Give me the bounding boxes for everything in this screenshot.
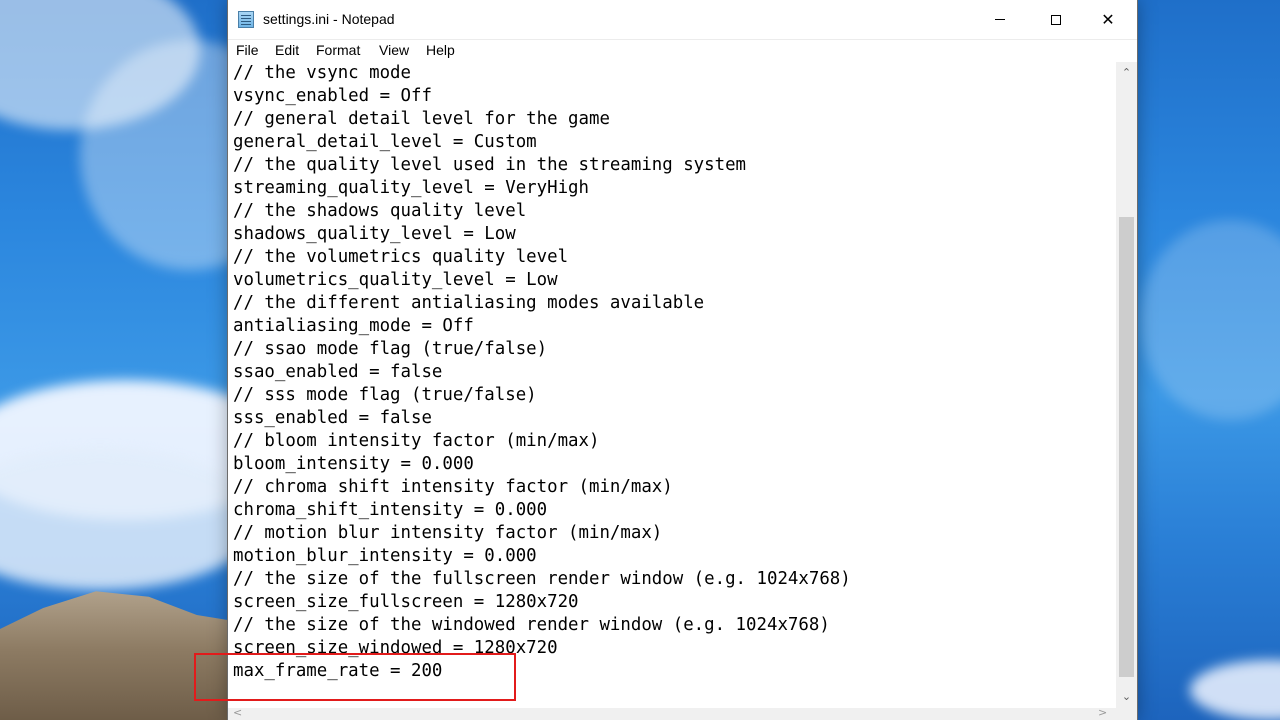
menu-format[interactable]: Format bbox=[316, 42, 360, 58]
scroll-left-icon[interactable]: < bbox=[233, 706, 242, 719]
menu-edit[interactable]: Edit bbox=[275, 42, 299, 58]
text-line: ssao_enabled = false bbox=[233, 362, 443, 382]
text-line: // bloom intensity factor (min/max) bbox=[233, 431, 600, 451]
menu-view[interactable]: View bbox=[379, 42, 409, 58]
title-bar[interactable]: settings.ini - Notepad ✕ bbox=[228, 0, 1137, 40]
scroll-right-icon[interactable]: > bbox=[1098, 706, 1107, 719]
text-line: // ssao mode flag (true/false) bbox=[233, 339, 548, 359]
highlight-annotation bbox=[194, 653, 516, 701]
maximize-button[interactable] bbox=[1033, 0, 1079, 39]
text-line: shadows_quality_level = Low bbox=[233, 224, 516, 244]
horizontal-scrollbar[interactable]: < > bbox=[228, 706, 1116, 720]
text-line: // the vsync mode bbox=[233, 63, 411, 83]
window-title: settings.ini - Notepad bbox=[263, 11, 395, 27]
text-line: // sss mode flag (true/false) bbox=[233, 385, 537, 405]
text-line: antialiasing_mode = Off bbox=[233, 316, 474, 336]
scroll-down-icon[interactable]: ⌄ bbox=[1116, 688, 1137, 705]
text-line: volumetrics_quality_level = Low bbox=[233, 270, 558, 290]
scroll-up-icon[interactable]: ⌃ bbox=[1116, 64, 1137, 81]
text-line: // the different antialiasing modes avai… bbox=[233, 293, 705, 313]
text-line: bloom_intensity = 0.000 bbox=[233, 454, 474, 474]
notepad-window: settings.ini - Notepad ✕ File Edit Forma… bbox=[228, 0, 1137, 720]
text-line: // chroma shift intensity factor (min/ma… bbox=[233, 477, 673, 497]
text-line: chroma_shift_intensity = 0.000 bbox=[233, 500, 548, 520]
menu-file[interactable]: File bbox=[236, 42, 259, 58]
close-button[interactable]: ✕ bbox=[1085, 0, 1131, 39]
menu-help[interactable]: Help bbox=[426, 42, 455, 58]
scrollbar-thumb[interactable] bbox=[1119, 217, 1134, 677]
text-line: // the shadows quality level bbox=[233, 201, 527, 221]
maximize-icon bbox=[1051, 14, 1061, 25]
menu-bar: File Edit Format View Help bbox=[228, 40, 1137, 62]
text-editor-area[interactable]: // the vsync mode vsync_enabled = Off // g… bbox=[228, 62, 1116, 708]
notepad-icon[interactable] bbox=[238, 11, 254, 28]
text-line: sss_enabled = false bbox=[233, 408, 432, 428]
text-line: streaming_quality_level = VeryHigh bbox=[233, 178, 589, 198]
text-line: vsync_enabled = Off bbox=[233, 86, 432, 106]
text-line: // general detail level for the game bbox=[233, 109, 610, 129]
minimize-icon bbox=[995, 19, 1005, 20]
text-line: general_detail_level = Custom bbox=[233, 132, 537, 152]
vertical-scrollbar[interactable]: ⌃ ⌄ bbox=[1116, 62, 1137, 708]
text-line: // the quality level used in the streami… bbox=[233, 155, 747, 175]
text-line: // motion blur intensity factor (min/max… bbox=[233, 523, 663, 543]
text-line: motion_blur_intensity = 0.000 bbox=[233, 546, 537, 566]
cloud bbox=[1140, 220, 1280, 420]
text-line: // the size of the windowed render windo… bbox=[233, 615, 830, 635]
text-line: screen_size_fullscreen = 1280x720 bbox=[233, 592, 579, 612]
scrollbar-corner bbox=[1116, 708, 1137, 720]
text-line: // the volumetrics quality level bbox=[233, 247, 569, 267]
text-line: // the size of the fullscreen render win… bbox=[233, 569, 851, 589]
minimize-button[interactable] bbox=[977, 0, 1023, 39]
cloud bbox=[1190, 660, 1280, 720]
close-icon: ✕ bbox=[1101, 10, 1115, 29]
